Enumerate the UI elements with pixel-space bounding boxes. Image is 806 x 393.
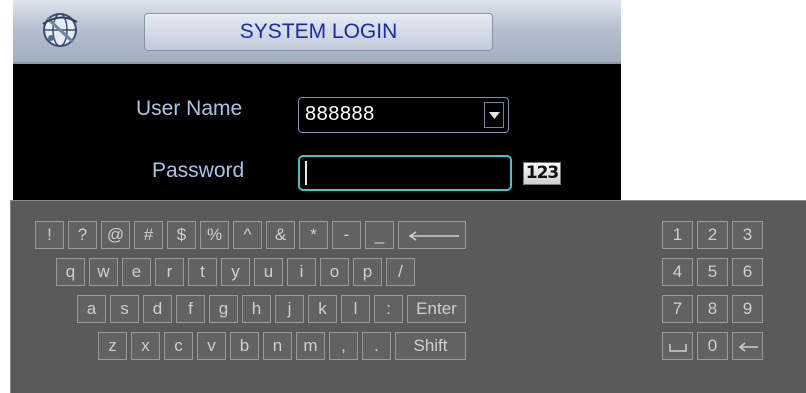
user-name-select[interactable]: 888888 [298, 97, 509, 133]
page-title: SYSTEM LOGIN [144, 13, 493, 51]
numpad-backspace-key[interactable] [732, 332, 763, 360]
key[interactable]: v [197, 332, 226, 360]
chevron-down-icon [489, 112, 500, 119]
key[interactable]: p [353, 258, 382, 286]
key[interactable]: t [188, 258, 217, 286]
key[interactable]: x [131, 332, 160, 360]
key[interactable]: i [287, 258, 316, 286]
key[interactable]: z [98, 332, 127, 360]
key[interactable]: r [155, 258, 184, 286]
login-dialog: SYSTEM LOGIN User Name 888888 Password 1… [13, 0, 621, 205]
left-arrow-icon [408, 230, 459, 241]
password-label: Password [152, 159, 245, 182]
user-name-label: User Name [136, 97, 243, 120]
key[interactable]: & [266, 221, 295, 249]
numpad-key[interactable]: 4 [662, 258, 693, 286]
key[interactable]: ? [68, 221, 97, 249]
key[interactable]: ^ [233, 221, 262, 249]
numpad-key[interactable]: 1 [662, 221, 693, 249]
key[interactable]: n [263, 332, 292, 360]
key[interactable]: m [296, 332, 325, 360]
key[interactable]: _ [365, 221, 394, 249]
space-key[interactable] [662, 332, 693, 360]
left-arrow-icon [738, 341, 758, 352]
key[interactable]: g [209, 295, 238, 323]
globe-logo-icon [42, 13, 78, 47]
backspace-key[interactable] [398, 221, 466, 249]
numpad-key[interactable]: 9 [732, 295, 763, 323]
key[interactable]: y [221, 258, 250, 286]
login-form: User Name 888888 Password 123 [13, 64, 621, 205]
numpad-key[interactable]: 0 [697, 332, 728, 360]
shift-key[interactable]: Shift [395, 332, 466, 360]
key[interactable]: s [110, 295, 139, 323]
key[interactable]: $ [167, 221, 196, 249]
key[interactable]: q [56, 258, 85, 286]
key[interactable]: # [134, 221, 163, 249]
numpad-key[interactable]: 7 [662, 295, 693, 323]
numpad-key[interactable]: 3 [732, 221, 763, 249]
input-mode-123-icon[interactable]: 123 [523, 162, 561, 185]
numpad-key[interactable]: 2 [697, 221, 728, 249]
key[interactable]: ! [35, 221, 64, 249]
key[interactable]: j [275, 295, 304, 323]
enter-key[interactable]: Enter [407, 295, 466, 323]
key[interactable]: / [386, 258, 415, 286]
key[interactable]: o [320, 258, 349, 286]
key[interactable]: * [299, 221, 328, 249]
key[interactable]: w [89, 258, 118, 286]
text-caret [305, 161, 307, 185]
key[interactable]: b [230, 332, 259, 360]
key[interactable]: % [200, 221, 229, 249]
key[interactable]: . [362, 332, 391, 360]
numpad-key[interactable]: 8 [697, 295, 728, 323]
key[interactable]: e [122, 258, 151, 286]
key[interactable]: , [329, 332, 358, 360]
key[interactable]: l [341, 295, 370, 323]
key[interactable]: h [242, 295, 271, 323]
key[interactable]: a [77, 295, 106, 323]
key[interactable]: : [374, 295, 403, 323]
user-name-value: 888888 [305, 103, 375, 125]
key[interactable]: f [176, 295, 205, 323]
numpad-key[interactable]: 5 [697, 258, 728, 286]
key[interactable]: d [143, 295, 172, 323]
on-screen-keyboard: ! ? @ # $ % ^ & * - _ q w e r t y u i o … [10, 200, 806, 393]
key[interactable]: @ [101, 221, 130, 249]
key[interactable]: u [254, 258, 283, 286]
password-field[interactable] [298, 155, 512, 191]
numpad-key[interactable]: 6 [732, 258, 763, 286]
key[interactable]: c [164, 332, 193, 360]
user-name-dropdown-button[interactable] [484, 102, 504, 128]
title-bar: SYSTEM LOGIN [13, 0, 621, 64]
space-icon [668, 343, 687, 352]
key[interactable]: - [332, 221, 361, 249]
key[interactable]: k [308, 295, 337, 323]
